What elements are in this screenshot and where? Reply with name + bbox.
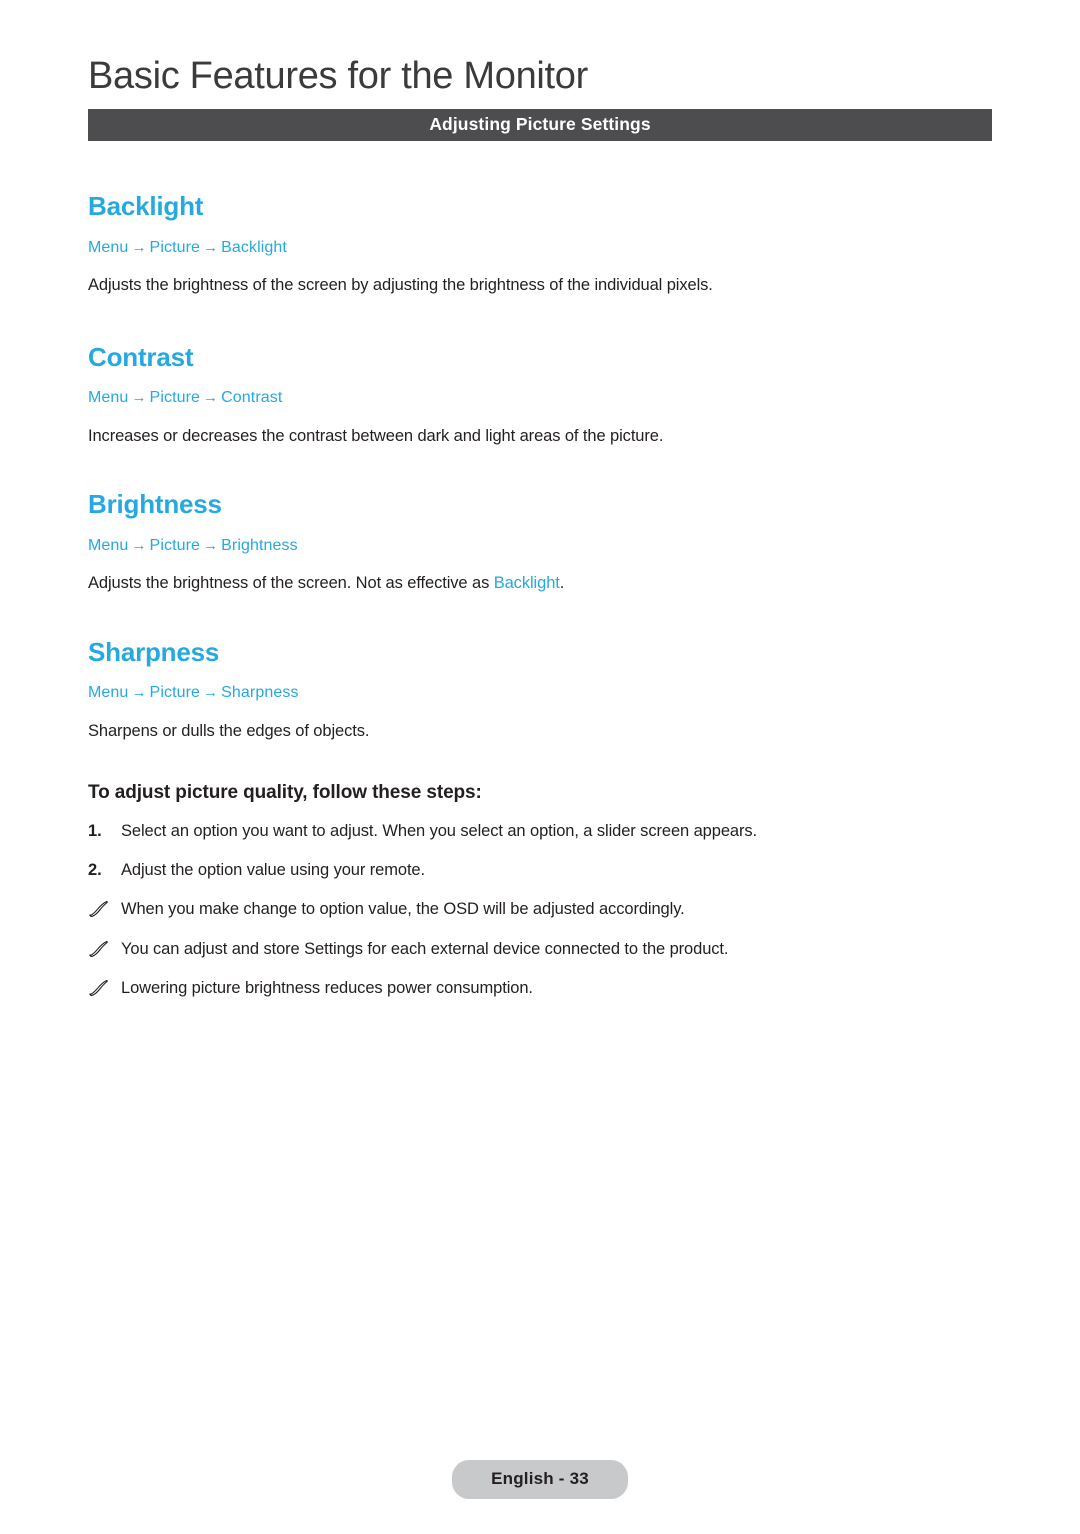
breadcrumb-item: Menu [88,684,129,702]
arrow-icon: → [203,389,219,407]
feature-description-backlight: Adjusts the brightness of the screen by … [88,276,713,295]
breadcrumb-item: Menu [88,389,129,407]
step-text: Select an option you want to adjust. Whe… [121,822,758,841]
breadcrumb-brightness: Menu → Picture → Brightness [88,536,992,557]
list-item: You can adjust and store Settings for ea… [88,939,992,960]
arrow-icon: → [131,238,147,256]
step-text: Adjust the option value using your remot… [121,860,425,879]
section-title: Adjusting Picture Settings [429,114,651,135]
feature-description-contrast: Increases or decreases the contrast betw… [88,426,664,445]
breadcrumb-item: Backlight [221,238,287,256]
note-pencil-icon [88,939,121,958]
page-number-badge: English - 33 [452,1460,628,1499]
notes-list: When you make change to option value, th… [88,899,992,999]
list-item: Lowering picture brightness reduces powe… [88,978,992,999]
description-text-post: . [559,574,565,593]
feature-description-brightness: Adjusts the brightness of the screen. No… [88,572,992,594]
breadcrumb-sharpness: Menu → Picture → Sharpness [88,683,992,704]
breadcrumb-item: Picture [149,684,201,702]
breadcrumb-item: Sharpness [221,684,299,702]
arrow-icon: → [203,684,219,702]
breadcrumb-item: Contrast [221,389,283,407]
feature-block-backlight: Backlight Menu → Picture → Backlight Adjusts… [88,182,992,297]
section-title-bar: Adjusting Picture Settings [88,108,992,141]
breadcrumb-item: Brightness [221,536,298,554]
note-text: When you make change to option value, th… [121,900,685,919]
page-content: Backlight Menu → Picture → Backlight Adjusts… [88,182,992,999]
arrow-icon: → [203,536,219,554]
feature-block-brightness: Brightness Menu → Picture → Brightness Adjus… [88,480,992,595]
steps-list: 1. Select an option you want to adjust. … [88,821,992,881]
note-text: Lowering picture brightness reduces powe… [121,979,533,997]
arrow-icon: → [131,536,147,554]
page-footer: English - 33 [0,1460,1080,1499]
breadcrumb-item: Menu [88,536,129,554]
step-number: 2. [88,860,102,879]
breadcrumb-item: Picture [149,238,201,256]
breadcrumb-backlight: Menu → Picture → Backlight [88,238,992,259]
note-pencil-icon [88,978,121,997]
note-text: You can adjust and store Settings for ea… [121,939,729,958]
breadcrumb-item: Picture [149,536,201,554]
arrow-icon: → [131,684,147,702]
feature-title-contrast: Contrast [88,341,194,372]
feature-description-sharpness: Sharpens or dulls the edges of objects. [88,721,370,740]
steps-section-title: To adjust picture quality, follow these … [88,782,482,804]
note-pencil-icon [88,899,121,918]
description-text-pre: Adjusts the brightness of the screen. No… [88,574,494,593]
arrow-icon: → [131,389,147,407]
arrow-icon: → [203,238,219,256]
breadcrumb-item: Menu [88,238,129,256]
chapter-title: Basic Features for the Monitor [88,55,588,97]
feature-title-sharpness: Sharpness [88,636,220,667]
step-number: 1. [88,822,102,841]
feature-block-sharpness: Sharpness Menu → Picture → Sharpness Sharpen… [88,628,992,743]
list-item: 1. Select an option you want to adjust. … [88,821,992,842]
page-header: Basic Features for the Monitor Adjusting… [88,55,992,141]
list-item: When you make change to option value, th… [88,899,992,920]
list-item: 2. Adjust the option value using your re… [88,860,992,881]
description-highlight: Backlight [493,574,560,593]
feature-block-contrast: Contrast Menu → Picture → Contrast Increases… [88,333,992,448]
feature-title-backlight: Backlight [88,191,204,221]
feature-title-brightness: Brightness [88,489,222,520]
document-page: Basic Features for the Monitor Adjusting… [0,0,1080,1534]
breadcrumb-contrast: Menu → Picture → Contrast [88,388,992,409]
breadcrumb-item: Picture [149,389,201,407]
